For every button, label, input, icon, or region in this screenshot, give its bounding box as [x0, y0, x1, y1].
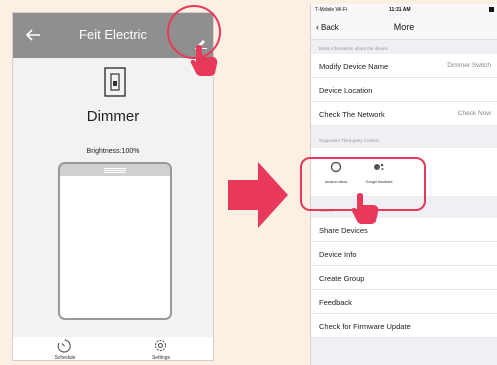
row-check-network[interactable]: Check The Network Check Now	[311, 102, 497, 126]
bottom-spacer	[311, 338, 497, 358]
status-time: 11:31 AM	[389, 7, 411, 13]
row-label: Device Info	[319, 250, 357, 259]
row-label: Check The Network	[319, 110, 385, 119]
schedule-label[interactable]: Schedule	[35, 355, 95, 360]
slider-grip-line	[104, 172, 126, 173]
brightness-label: Brightness:100%	[86, 148, 140, 155]
gear-icon[interactable]	[153, 338, 168, 353]
row-share-devices[interactable]: Share Devices	[311, 218, 497, 242]
settings-label[interactable]: Settings	[131, 355, 191, 360]
slider-grip-line	[104, 170, 126, 171]
clock-icon[interactable]	[57, 339, 72, 353]
row-label: Create Group	[319, 274, 365, 283]
row-value: Dimmer Switch	[447, 62, 491, 69]
row-label: Feedback	[319, 298, 352, 307]
row-label: Check for Firmware Update	[319, 322, 411, 331]
row-device-info[interactable]: Device Info	[311, 242, 497, 266]
light-switch-icon	[104, 67, 126, 97]
carrier-text: T-Mobile Wi-Fi	[315, 7, 348, 13]
section-header-third-party: Supported Third-party Control	[319, 138, 379, 143]
row-value: Check Now	[457, 110, 491, 117]
row-label: Modify Device Name	[319, 62, 389, 71]
status-bar: T-Mobile Wi-Fi 11:31 AM	[311, 4, 497, 16]
row-label: Share Devices	[319, 226, 368, 235]
device-name: Dimmer	[86, 108, 140, 125]
nav-bar: ‹ Back More	[311, 16, 497, 40]
pointing-hand-icon	[190, 45, 218, 76]
page-title: More	[393, 22, 415, 32]
brightness-slider[interactable]	[58, 162, 172, 320]
pointing-hand-icon	[351, 193, 379, 224]
section-header-basic: Basic information about the device	[319, 46, 388, 51]
slider-grip-line	[104, 168, 126, 169]
row-device-location[interactable]: Device Location	[311, 78, 497, 102]
battery-icon	[489, 7, 494, 12]
row-feedback[interactable]: Feedback	[311, 290, 497, 314]
row-modify-device-name[interactable]: Modify Device Name Dimmer Switch	[311, 54, 497, 78]
arrow-right-icon	[228, 162, 288, 228]
device-body: Dimmer Brightness:100%	[13, 58, 213, 337]
device-screen: Feit Electric Dimmer Brightness:100% Sch…	[12, 12, 214, 361]
row-create-group[interactable]: Create Group	[311, 266, 497, 290]
row-label: Device Location	[319, 86, 373, 95]
row-firmware-update[interactable]: Check for Firmware Update	[311, 314, 497, 338]
bottom-bar: Schedule Settings	[13, 337, 213, 360]
